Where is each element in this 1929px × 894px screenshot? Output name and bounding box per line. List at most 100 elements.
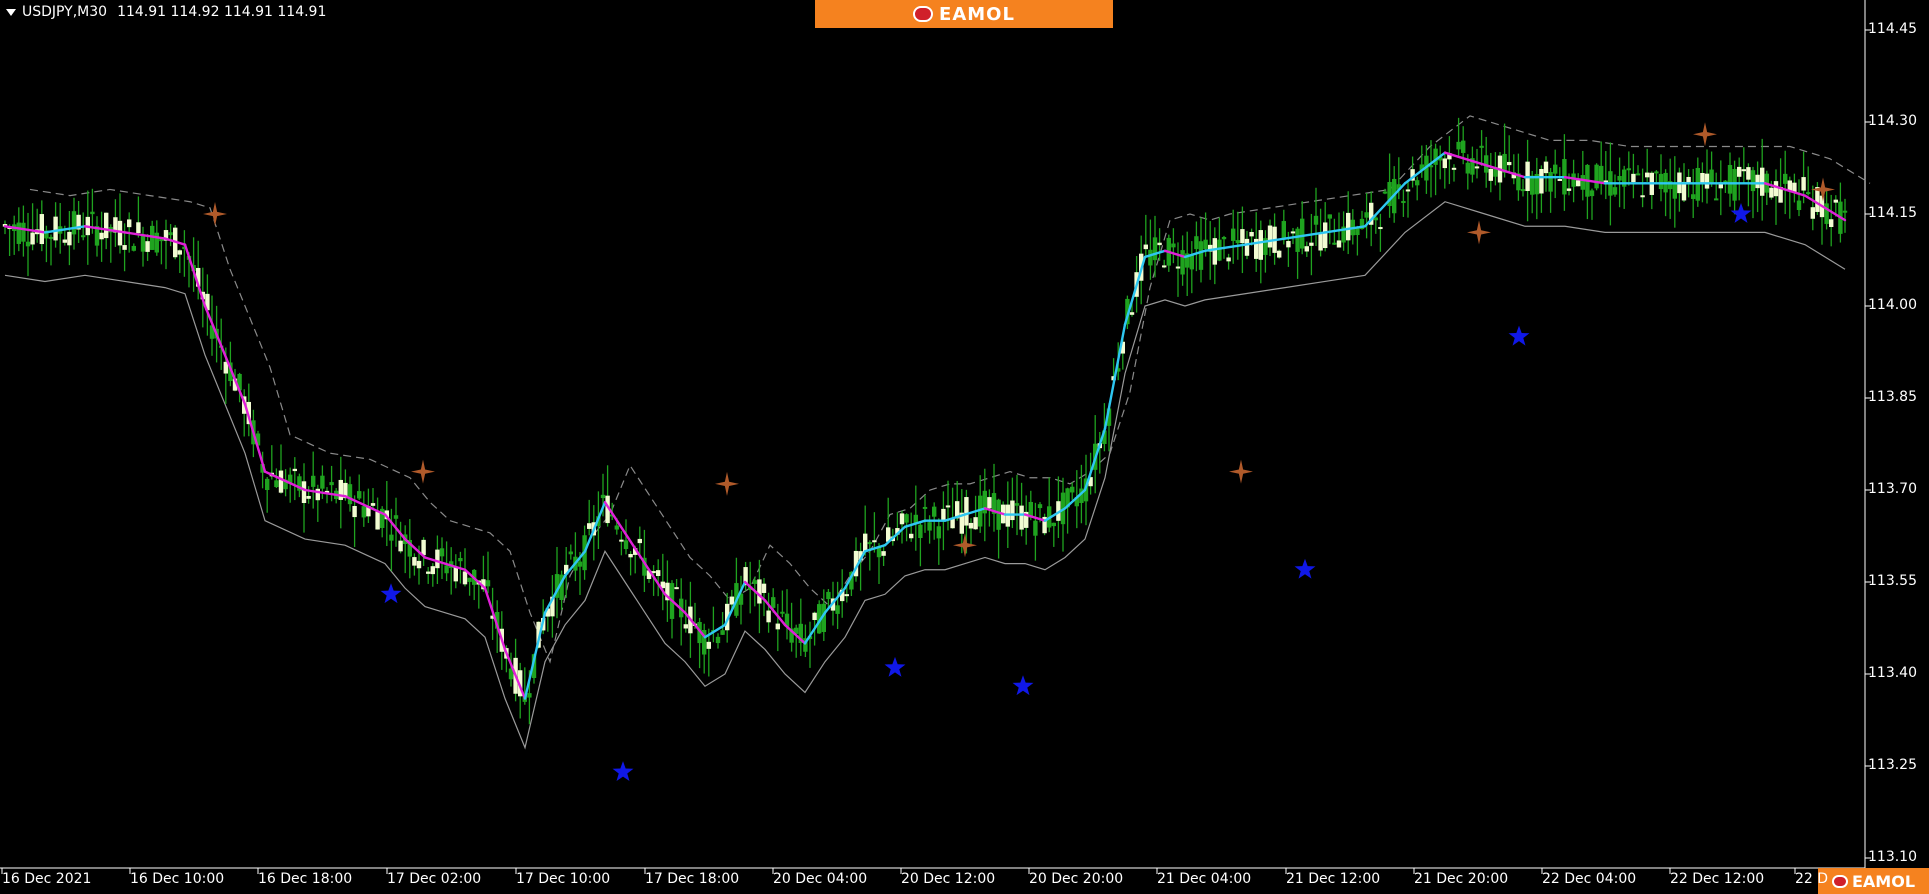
candle-body	[1327, 214, 1332, 219]
candle-body	[761, 583, 767, 593]
candle-body	[577, 561, 583, 567]
quote-values: 114.91 114.92 114.91 114.91	[117, 4, 327, 20]
candle-body	[48, 236, 54, 239]
candle-body	[1070, 486, 1075, 493]
candle-body	[311, 475, 316, 487]
candle-body	[1824, 203, 1829, 224]
candle-body	[1773, 181, 1779, 197]
candle-body	[1787, 180, 1792, 191]
candle-body	[587, 523, 592, 529]
time-tick-label: 17 Dec 18:00	[645, 871, 740, 887]
candle-body	[1456, 141, 1461, 150]
candle-body	[71, 211, 77, 235]
candle-body	[347, 484, 353, 505]
candle-body	[278, 470, 284, 493]
candle-body	[1746, 167, 1751, 180]
candle-body	[1175, 266, 1181, 269]
time-tick-label: 16 Dec 2021	[2, 871, 92, 887]
candle-body	[99, 232, 104, 240]
candle-body	[623, 540, 629, 550]
brand-corner-badge: EAMOL	[1818, 868, 1929, 894]
candle-body	[863, 533, 868, 553]
candle-body	[1198, 241, 1204, 270]
candle-body	[1180, 250, 1185, 275]
candle-body	[1415, 180, 1420, 186]
candle-body	[729, 596, 734, 605]
candle-body	[1355, 227, 1360, 236]
candle-body	[416, 560, 422, 569]
candle-body	[393, 515, 399, 519]
candle-body	[1810, 207, 1815, 219]
candle-body	[370, 503, 376, 506]
candle-body	[90, 211, 95, 215]
candle-body	[1539, 169, 1544, 194]
candle-body	[1143, 244, 1148, 250]
candle-body	[1203, 239, 1208, 250]
candle-body	[1709, 169, 1714, 184]
candle-body	[872, 540, 877, 543]
time-tick-label: 22 D	[1795, 871, 1829, 887]
candle-body	[683, 624, 688, 629]
price-tick-label: 114.00	[1868, 297, 1917, 313]
candle-body	[674, 587, 679, 590]
candle-body	[1691, 194, 1696, 199]
candle-body	[444, 565, 449, 574]
candle-body	[568, 551, 573, 555]
symbol-header[interactable]: USDJPY,M30 114.91 114.92 114.91 114.91	[6, 4, 326, 20]
candle-body	[1290, 231, 1296, 234]
collapse-triangle-icon[interactable]	[6, 8, 16, 16]
candle-body	[1401, 201, 1406, 204]
candle-body	[1631, 173, 1636, 183]
candle-body	[127, 219, 132, 228]
candle-body	[375, 511, 380, 530]
brand-name: EAMOL	[939, 3, 1015, 25]
candle-body	[1235, 240, 1240, 244]
candle-body	[1750, 170, 1756, 192]
candle-body	[1451, 167, 1457, 170]
candle-body	[25, 241, 31, 247]
candle-body	[1783, 173, 1788, 184]
candle-body	[1171, 243, 1176, 248]
candle-body	[968, 522, 974, 529]
candle-body	[122, 245, 127, 250]
candle-body	[1382, 191, 1388, 194]
candle-body	[39, 214, 44, 245]
candle-body	[1557, 178, 1562, 181]
candle-body	[945, 505, 951, 508]
time-tick-label: 20 Dec 04:00	[773, 871, 868, 887]
candle-body	[1465, 162, 1470, 174]
brand-corner-name: EAMOL	[1851, 871, 1916, 891]
candle-body	[1566, 188, 1572, 191]
candle-body	[826, 591, 831, 600]
candle-body	[1277, 250, 1282, 258]
candle-body	[1553, 164, 1558, 174]
candle-body	[62, 239, 67, 243]
candle-body	[1323, 222, 1328, 249]
price-tick-label: 113.55	[1868, 573, 1917, 589]
time-tick-label: 22 Dec 04:00	[1542, 871, 1637, 887]
candle-body	[1635, 173, 1641, 176]
price-chart[interactable]	[0, 0, 1929, 894]
candle-body	[904, 514, 909, 523]
candle-body	[757, 579, 762, 604]
candle-body	[1806, 192, 1811, 195]
price-tick-label: 113.85	[1868, 389, 1917, 405]
candle-body	[435, 549, 440, 569]
time-tick-label: 17 Dec 02:00	[387, 871, 482, 887]
candle-body	[1654, 171, 1659, 174]
candle-body	[389, 534, 394, 541]
candle-body	[1507, 161, 1512, 166]
candle-body	[329, 482, 334, 486]
candle-body	[1258, 230, 1263, 260]
candle-body	[168, 232, 173, 236]
candle-body	[1714, 198, 1719, 201]
candle-body	[30, 232, 35, 245]
candle-body	[361, 506, 366, 518]
candle-body	[922, 506, 928, 509]
candle-body	[1704, 173, 1710, 189]
candle-body	[430, 566, 435, 575]
candle-body	[1461, 140, 1466, 153]
time-tick-label: 22 Dec 12:00	[1670, 871, 1765, 887]
price-tick-label: 113.40	[1868, 665, 1917, 681]
candle-body	[1162, 265, 1167, 268]
